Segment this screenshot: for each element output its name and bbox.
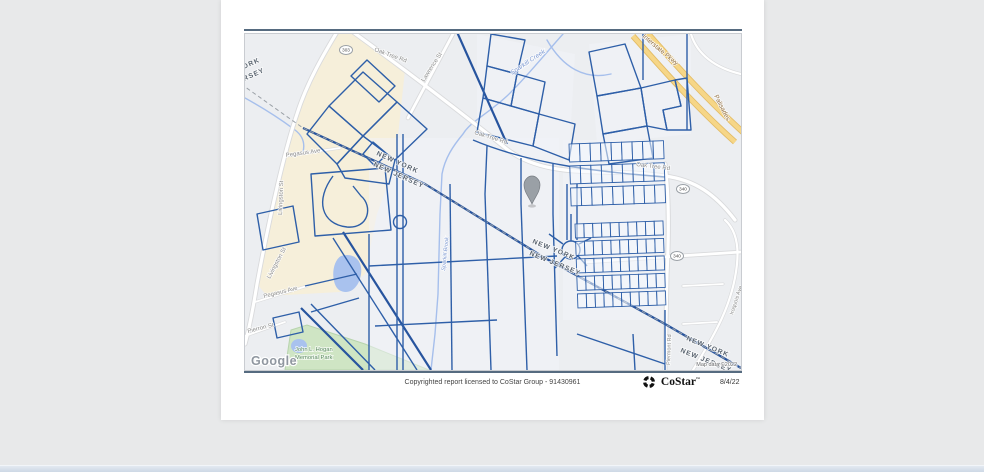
route-shield-label: 340: [679, 187, 687, 192]
report-footer: Copyrighted report licensed to CoStar Gr…: [244, 373, 742, 403]
costar-wordmark: CoStar™: [661, 376, 700, 388]
taskbar-strip[interactable]: [0, 465, 984, 472]
brand-row: CoStar™ 8/4/22: [642, 375, 740, 389]
parcel-grid: [575, 221, 666, 308]
google-watermark: Google: [251, 354, 297, 368]
map-attribution: Map data ©2022: [696, 361, 737, 368]
map-label-piermont-rd: Piermont Rd: [666, 334, 673, 365]
costar-logo-icon: [642, 375, 656, 389]
map-frame: 303340340 NEW YORKNEW JERSEYNEW YORKNEW …: [244, 33, 742, 371]
parcel-grid: [569, 141, 666, 206]
header-rule: [244, 29, 742, 31]
report-date: 8/4/22: [720, 379, 739, 386]
svg-text:John L. Hogan: John L. Hogan: [295, 347, 333, 353]
route-shield-label: 340: [673, 254, 681, 259]
route-shield-label: 303: [342, 48, 350, 53]
svg-text:Memorial Park: Memorial Park: [295, 355, 332, 361]
parcel-map-image: 303340340 NEW YORKNEW JERSEYNEW YORKNEW …: [245, 34, 741, 370]
map-label-livingston-st: Livingston St: [278, 180, 285, 215]
report-page: 303340340 NEW YORKNEW JERSEYNEW YORKNEW …: [221, 0, 764, 420]
